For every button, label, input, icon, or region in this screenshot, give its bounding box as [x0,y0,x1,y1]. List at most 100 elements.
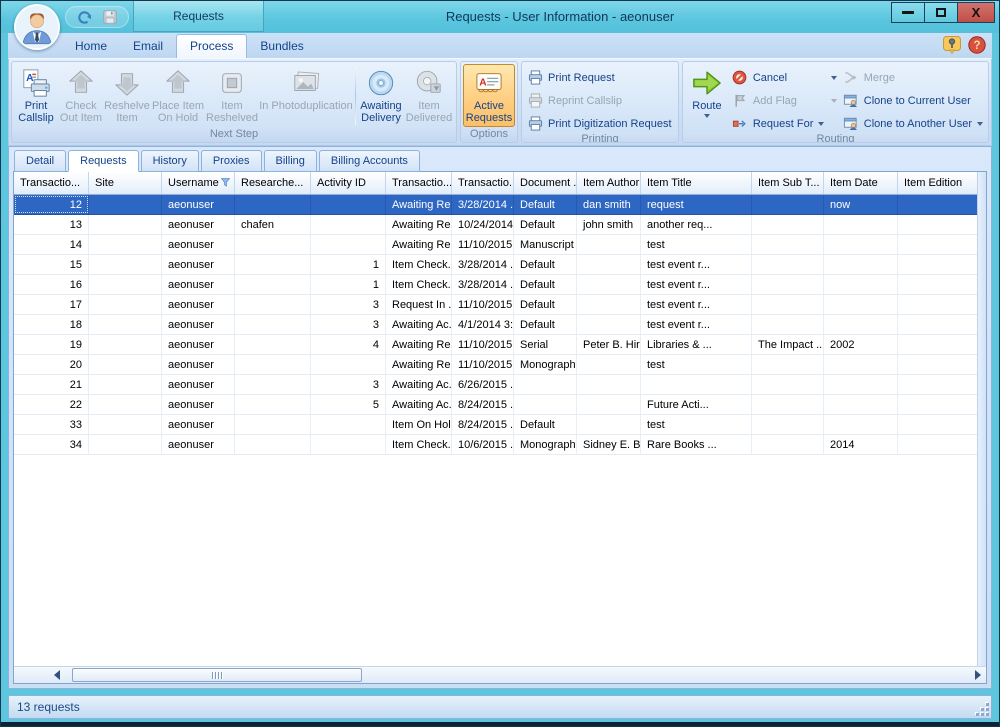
table-cell[interactable]: dan smith [577,195,641,214]
clone-to-another-user-button[interactable]: Clone to Another User [843,115,983,132]
table-row[interactable]: 21aeonuser3Awaiting Ac...6/26/2015 ... [14,375,986,395]
tab-billing-accounts[interactable]: Billing Accounts [319,150,420,172]
table-cell[interactable] [514,375,577,394]
table-row[interactable]: 17aeonuser3Request In ...11/10/2015...De… [14,295,986,315]
table-cell[interactable]: aeonuser [162,255,235,274]
table-cell[interactable]: 3/28/2014 ... [452,275,514,294]
table-cell[interactable]: Request In ... [386,295,452,314]
table-cell[interactable] [311,415,386,434]
table-cell[interactable] [824,255,898,274]
table-cell[interactable] [824,295,898,314]
table-cell[interactable]: 22 [14,395,89,414]
table-cell[interactable] [752,435,824,454]
table-cell[interactable] [235,355,311,374]
close-button[interactable]: X [957,2,995,23]
table-cell[interactable] [577,355,641,374]
print-request-button[interactable]: Print Request [527,69,673,86]
print-digitization-request-button[interactable]: Print Digitization Request [527,115,673,132]
table-cell[interactable]: Sidney E. B... [577,435,641,454]
table-cell[interactable] [824,355,898,374]
table-cell[interactable]: Rare Books ... [641,435,752,454]
print-callslip-button[interactable]: A Print Callslip [14,64,58,127]
vertical-scrollbar[interactable] [977,172,986,666]
table-cell[interactable]: 5 [311,395,386,414]
column-header[interactable]: Item Date [824,172,898,194]
table-cell[interactable] [89,415,162,434]
table-cell[interactable]: aeonuser [162,355,235,374]
column-header[interactable]: Transactio... [452,172,514,194]
table-cell[interactable] [89,275,162,294]
table-cell[interactable]: 11/10/2015... [452,335,514,354]
table-cell[interactable]: 3 [311,315,386,334]
table-cell[interactable]: 4/1/2014 3:... [452,315,514,334]
table-cell[interactable] [752,375,824,394]
table-cell[interactable]: 6/26/2015 ... [452,375,514,394]
table-cell[interactable]: 18 [14,315,89,334]
table-cell[interactable]: aeonuser [162,435,235,454]
ribbon-tab-bundles[interactable]: Bundles [247,35,316,58]
table-cell[interactable]: Awaiting Re... [386,235,452,254]
column-header[interactable]: Transactio... [386,172,452,194]
table-cell[interactable]: Item On Hold [386,415,452,434]
table-cell[interactable]: Awaiting Ac... [386,395,452,414]
route-dropdown-icon[interactable] [704,114,710,118]
table-cell[interactable] [235,195,311,214]
table-cell[interactable]: Default [514,275,577,294]
table-cell[interactable] [577,235,641,254]
table-cell[interactable]: Item Check... [386,275,452,294]
table-cell[interactable]: 16 [14,275,89,294]
table-cell[interactable]: Libraries & ... [641,335,752,354]
table-cell[interactable] [235,275,311,294]
table-cell[interactable] [89,215,162,234]
table-cell[interactable] [898,335,986,354]
table-cell[interactable] [752,315,824,334]
table-cell[interactable] [752,355,824,374]
table-row[interactable]: 14aeonuserAwaiting Re...11/10/2015...Man… [14,235,986,255]
table-cell[interactable] [898,215,986,234]
table-row[interactable]: 12aeonuserAwaiting Re...3/28/2014 ...Def… [14,195,986,215]
table-cell[interactable] [898,315,986,334]
table-cell[interactable] [89,295,162,314]
clone-another-dropdown-icon[interactable] [977,122,983,126]
table-cell[interactable]: 20 [14,355,89,374]
table-cell[interactable]: test event r... [641,295,752,314]
table-cell[interactable] [898,415,986,434]
table-cell[interactable] [752,195,824,214]
table-cell[interactable]: 10/6/2015 ... [452,435,514,454]
table-cell[interactable]: Default [514,295,577,314]
table-cell[interactable]: 8/24/2015 ... [452,415,514,434]
table-cell[interactable] [898,355,986,374]
table-cell[interactable] [824,315,898,334]
tab-detail[interactable]: Detail [14,150,66,172]
table-cell[interactable] [89,375,162,394]
cancel-dropdown-icon[interactable] [831,76,837,80]
table-cell[interactable]: 12 [14,195,89,214]
table-cell[interactable]: Awaiting Re... [386,355,452,374]
table-cell[interactable]: aeonuser [162,195,235,214]
scroll-right-button[interactable] [971,669,985,681]
scroll-left-button[interactable] [50,669,64,681]
table-cell[interactable]: aeonuser [162,295,235,314]
table-cell[interactable] [824,215,898,234]
table-cell[interactable]: 15 [14,255,89,274]
table-cell[interactable]: Awaiting Ac... [386,315,452,334]
table-cell[interactable] [824,415,898,434]
table-cell[interactable] [89,315,162,334]
cancel-button[interactable]: Cancel [732,69,837,86]
table-cell[interactable] [514,395,577,414]
table-cell[interactable]: test event r... [641,315,752,334]
table-cell[interactable]: Item Check... [386,435,452,454]
table-cell[interactable] [235,375,311,394]
minimize-button[interactable] [891,2,925,23]
tab-billing[interactable]: Billing [264,150,317,172]
table-row[interactable]: 15aeonuser1Item Check...3/28/2014 ...Def… [14,255,986,275]
table-cell[interactable]: 11/10/2015... [452,235,514,254]
resize-grip[interactable] [975,702,989,716]
column-header[interactable]: Site [89,172,162,194]
table-cell[interactable] [577,255,641,274]
table-cell[interactable] [235,295,311,314]
ribbon-tab-process[interactable]: Process [176,34,247,59]
table-cell[interactable]: Monograph [514,435,577,454]
table-cell[interactable]: aeonuser [162,275,235,294]
table-cell[interactable]: test [641,415,752,434]
